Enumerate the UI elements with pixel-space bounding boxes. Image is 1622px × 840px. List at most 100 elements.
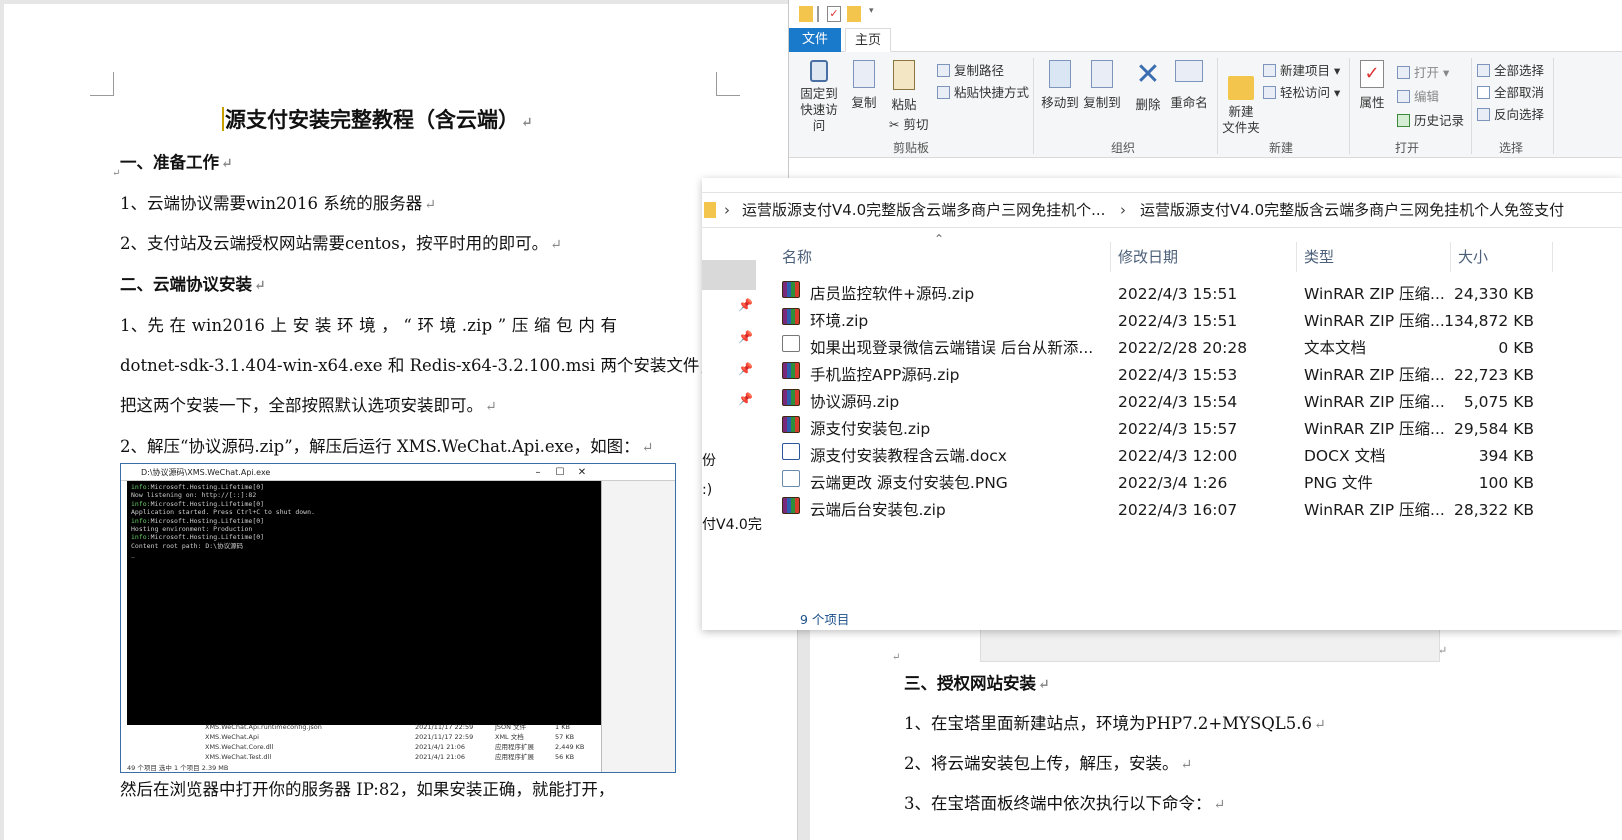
file-row[interactable]: 手机监控APP源码.zip 2022/4/3 15:53 WinRAR ZIP 压缩…: [782, 362, 1622, 389]
file-row[interactable]: 源支付安装教程含云端.docx 2022/4/3 12:00 DOCX 文档 394 …: [782, 443, 1622, 470]
file-row[interactable]: 店员监控软件+源码.zip 2022/4/3 15:51 WinRAR ZIP 压缩…: [782, 281, 1622, 308]
new-folder-icon[interactable]: [847, 6, 861, 22]
doc-paragraph[interactable]: 然后在浏览器中打开你的服务器 IP:82，如果安装正确，就能打开，: [120, 776, 614, 800]
doc-heading[interactable]: 一、准备工作 ↵: [120, 149, 233, 173]
file-name: 如果出现登录微信云端错误 后台从新添...: [810, 339, 1094, 357]
doc-paragraph[interactable]: dotnet-sdk-3.1.404-win-x64.exe 和 Redis-x…: [120, 352, 716, 376]
breadcrumb-item[interactable]: 运营版源支付V4.0完整版含云端多商户三网免挂机个人免签支付: [1140, 193, 1564, 227]
navigation-pane[interactable]: 📌 📌 📌 📌 份 :) 付V4.0完: [702, 242, 762, 630]
edit-button[interactable]: 编辑: [1397, 86, 1439, 105]
console-line: Application started. Press Ctrl+C to shu…: [131, 508, 597, 516]
console-line-text: Microsoft.Hosting.Lifetime[0]: [150, 499, 265, 508]
file-type: WinRAR ZIP 压缩...: [1304, 501, 1445, 519]
easy-access-icon: [1263, 86, 1276, 99]
pin-icon[interactable]: 📌: [738, 392, 753, 406]
explorer-ribbon-window[interactable]: ✓ ▾ 文件 主页 固定到快速访问 复制 粘贴 复制路径 粘贴快捷方式 ✂ 剪切 …: [788, 0, 1622, 185]
breadcrumb-chevron-icon[interactable]: ›: [1120, 193, 1126, 227]
column-header-date[interactable]: 修改日期: [1118, 242, 1178, 272]
easy-access-button[interactable]: 轻松访问 ▾: [1263, 82, 1340, 101]
copy-path-button[interactable]: 复制路径: [937, 60, 1004, 79]
nav-item[interactable]: :): [702, 482, 712, 498]
document-page-left[interactable]: 源支付安装完整教程（含云端） ↵ 一、准备工作 ↵ ↵ 1、云端协议需要win201…: [4, 4, 798, 840]
properties-button[interactable]: ✓ 属性: [1355, 60, 1389, 111]
embedded-file-cell: 2021/11/17 22:59: [415, 723, 474, 731]
file-row[interactable]: 如果出现登录微信云端错误 后台从新添... 2022/2/28 20:28 文本文档…: [782, 335, 1622, 362]
doc-paragraph[interactable]: 2、解压“协议源码.zip”，解压后运行 XMS.WeChat.Api.exe，…: [120, 433, 653, 457]
breadcrumb-chevron-icon[interactable]: ›: [724, 193, 730, 227]
copy-to-button[interactable]: 复制到: [1081, 60, 1123, 111]
column-divider[interactable]: [1552, 242, 1553, 272]
group-separator: [1553, 58, 1554, 154]
new-folder-button[interactable]: 新建 文件夹: [1221, 60, 1261, 136]
file-row[interactable]: 环境.zip 2022/4/3 15:51 WinRAR ZIP 压缩... 134,…: [782, 308, 1622, 335]
column-header-name[interactable]: 名称: [782, 242, 812, 272]
chevron-down-icon[interactable]: ▾: [869, 6, 877, 22]
explorer-status-text: 49 个项目 选中 1 个项目 2.39 MB: [127, 764, 229, 772]
folder-icon[interactable]: [799, 6, 813, 22]
file-row[interactable]: 云端后台安装包.zip 2022/4/3 16:07 WinRAR ZIP 压缩..…: [782, 497, 1622, 524]
invert-selection-button[interactable]: 反向选择: [1477, 104, 1544, 123]
select-all-icon: [1477, 64, 1490, 77]
document-page-right[interactable]: ↵ ↵ 三、授权网站安装 ↵ 1、在宝塔里面新建站点，环境为PHP7.2+MYSQ…: [810, 600, 1622, 840]
paste-shortcut-button[interactable]: 粘贴快捷方式: [937, 82, 1029, 101]
file-size: 0 KB: [1498, 339, 1534, 357]
doc-paragraph[interactable]: 1、在宝塔里面新建站点，环境为PHP7.2+MYSQL5.6 ↵: [904, 710, 1326, 734]
doc-heading[interactable]: 二、云端协议安装 ↵: [120, 271, 266, 295]
doc-heading[interactable]: 三、授权网站安装 ↵: [904, 670, 1050, 694]
file-date: 2022/4/3 15:53: [1118, 366, 1238, 384]
copy-button[interactable]: 复制: [849, 60, 879, 111]
explorer-file-window[interactable]: › 运营版源支付V4.0完整版含云端多商户三网免挂机个... › 运营版源支付V…: [702, 178, 1622, 630]
properties-icon[interactable]: ✓: [827, 6, 841, 22]
console-line-text: Hosting environment: Production: [131, 525, 253, 534]
doc-title[interactable]: 源支付安装完整教程（含云端） ↵: [222, 104, 533, 134]
delete-x-icon: ✕: [1135, 57, 1161, 92]
column-divider[interactable]: [1296, 242, 1297, 272]
doc-paragraph[interactable]: 3、在宝塔面板终端中依次执行以下命令： ↵: [904, 790, 1225, 814]
pin-icon[interactable]: 📌: [738, 298, 753, 312]
delete-button[interactable]: ✕ 删除: [1131, 60, 1165, 113]
console-line-tag: info:: [131, 483, 151, 491]
cut-button[interactable]: ✂ 剪切: [889, 114, 929, 133]
margin-corner-mark: [90, 72, 114, 96]
pin-icon[interactable]: 📌: [738, 362, 753, 376]
embedded-file-cell: XMS.WeChat.Core.dll: [205, 743, 274, 751]
open-button[interactable]: 打开 ▾: [1397, 62, 1449, 81]
file-date: 2022/3/4 1:26: [1118, 474, 1228, 492]
doc-paragraph[interactable]: 2、支付站及云端授权网站需要centos，按平时用的即可。 ↵: [120, 230, 562, 254]
new-item-button[interactable]: 新建项目 ▾: [1263, 60, 1340, 79]
zip-file-icon: [782, 497, 800, 514]
embedded-file-cell: XMS.WeChat.Api: [205, 733, 259, 741]
file-row[interactable]: 协议源码.zip 2022/4/3 15:54 WinRAR ZIP 压缩... 5,…: [782, 389, 1622, 416]
file-row[interactable]: 源支付安装包.zip 2022/4/3 15:57 WinRAR ZIP 压缩...…: [782, 416, 1622, 443]
pin-icon[interactable]: 📌: [738, 330, 753, 344]
embedded-screenshot-image[interactable]: D:\协议源码\XMS.WeChat.Api.exe – ☐ ✕ info:Mi…: [120, 463, 676, 773]
breadcrumb-item[interactable]: 运营版源支付V4.0完整版含云端多商户三网免挂机个...: [742, 193, 1105, 227]
nav-item[interactable]: 份: [702, 450, 716, 470]
doc-paragraph[interactable]: 2、将云端安装包上传，解压，安装。 ↵: [904, 750, 1192, 774]
select-none-button[interactable]: 全部取消: [1477, 82, 1544, 101]
file-size: 22,723 KB: [1454, 366, 1534, 384]
paste-shortcut-icon: [937, 86, 950, 99]
pin-quick-access-button[interactable]: 固定到快速访问: [795, 60, 843, 134]
move-to-button[interactable]: 移动到: [1039, 60, 1081, 111]
address-bar[interactable]: › 运营版源支付V4.0完整版含云端多商户三网免挂机个... › 运营版源支付V…: [702, 192, 1622, 228]
doc-paragraph[interactable]: 1、云端协议需要win2016 系统的服务器 ↵: [120, 190, 436, 214]
file-row[interactable]: 云端更改 源支付安装包.PNG 2022/3/4 1:26 PNG 文件 100 KB: [782, 470, 1622, 497]
paste-button[interactable]: 粘贴: [889, 60, 919, 113]
rename-button[interactable]: 重命名: [1169, 60, 1209, 111]
nav-item[interactable]: 付V4.0完: [702, 514, 762, 534]
tab-file[interactable]: 文件: [789, 28, 841, 52]
doc-paragraph[interactable]: 把这两个安装一下，全部按照默认选项安装即可。 ↵: [120, 392, 497, 416]
console-line-tag: info:: [131, 516, 151, 525]
tab-home[interactable]: 主页: [845, 28, 891, 52]
file-date: 2022/4/3 15:57: [1118, 420, 1238, 438]
column-header-type[interactable]: 类型: [1304, 242, 1334, 272]
doc-paragraph[interactable]: 1、先 在 win2016 上 安 装 环 境 ， “ 环 境 .zip ” 压…: [120, 312, 617, 336]
group-label-organize: 组织: [1111, 141, 1136, 155]
column-divider[interactable]: [1110, 242, 1111, 272]
select-all-button[interactable]: 全部选择: [1477, 60, 1544, 79]
console-line-text: Application started. Press Ctrl+C to shu…: [131, 508, 315, 517]
column-divider[interactable]: [1450, 242, 1451, 272]
history-button[interactable]: 历史记录: [1397, 110, 1464, 129]
column-header-size[interactable]: 大小: [1458, 242, 1488, 272]
